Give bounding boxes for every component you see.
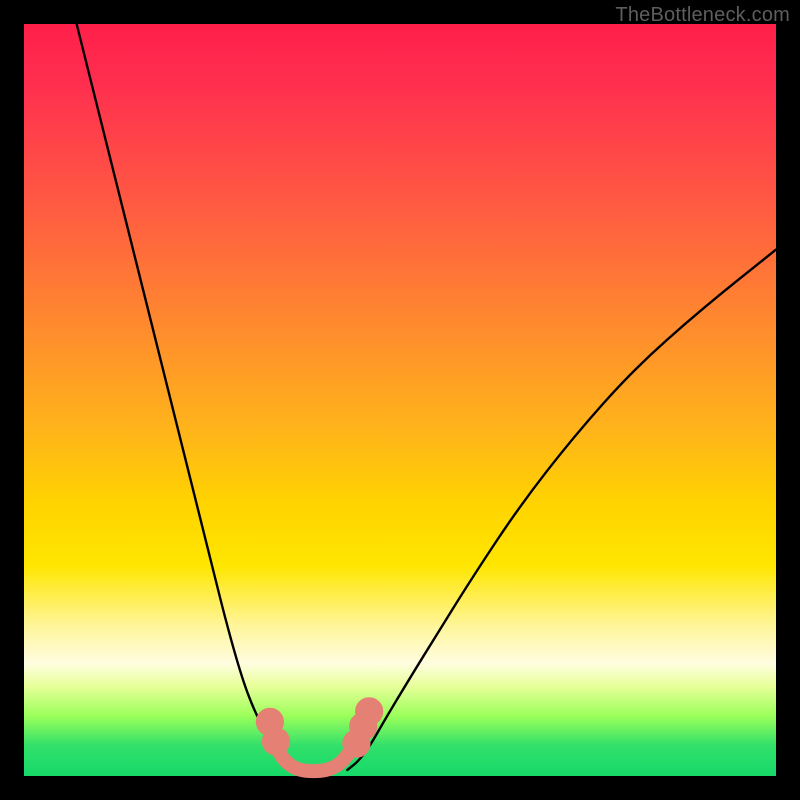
- series-group: [77, 24, 776, 771]
- marker-dot: [262, 727, 290, 755]
- chart-svg: [24, 24, 776, 776]
- plot-area: [24, 24, 776, 776]
- marker-dot: [355, 697, 383, 725]
- watermark-text: TheBottleneck.com: [615, 4, 790, 27]
- series-left-curve: [77, 24, 295, 770]
- chart-frame: TheBottleneck.com: [0, 0, 800, 800]
- series-right-curve: [347, 250, 776, 770]
